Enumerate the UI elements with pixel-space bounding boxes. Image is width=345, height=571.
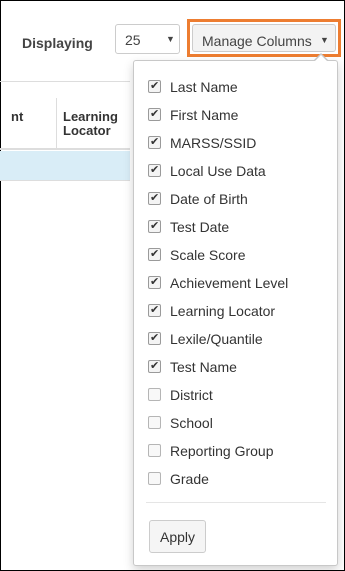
checkbox-checked[interactable]: ✔ bbox=[148, 304, 161, 317]
column-option-label: Scale Score bbox=[170, 247, 246, 263]
checkbox-checked[interactable]: ✔ bbox=[148, 192, 161, 205]
column-option-label: MARSS/SSID bbox=[170, 135, 257, 151]
checkbox-unchecked[interactable] bbox=[148, 444, 161, 457]
checkbox-unchecked[interactable] bbox=[148, 416, 161, 429]
column-option-label: Reporting Group bbox=[170, 443, 274, 459]
column-option-label: Lexile/Quantile bbox=[170, 331, 263, 347]
chevron-down-icon: ▼ bbox=[166, 34, 175, 44]
toolbar-divider bbox=[0, 81, 130, 82]
manage-columns-button[interactable]: Manage Columns ▼ bbox=[187, 19, 341, 57]
checkmark-icon: ✔ bbox=[150, 80, 160, 92]
column-option[interactable]: ✔ Scale Score bbox=[148, 246, 333, 266]
column-option[interactable]: ✔ Test Date bbox=[148, 218, 333, 238]
column-option[interactable]: District bbox=[148, 386, 333, 406]
column-option-label: Grade bbox=[170, 471, 209, 487]
apply-button[interactable]: Apply bbox=[149, 520, 206, 553]
column-header-partial[interactable]: nt bbox=[11, 110, 23, 124]
column-option-label: Achievement Level bbox=[170, 275, 289, 291]
column-option[interactable]: School bbox=[148, 414, 333, 434]
column-option-label: First Name bbox=[170, 107, 239, 123]
column-option[interactable]: ✔ Test Name bbox=[148, 358, 333, 378]
column-option-label: District bbox=[170, 387, 213, 403]
checkmark-icon: ✔ bbox=[150, 108, 160, 120]
checkmark-icon: ✔ bbox=[150, 360, 160, 372]
column-option[interactable]: ✔ MARSS/SSID bbox=[148, 134, 333, 154]
menu-divider bbox=[146, 502, 326, 503]
column-option[interactable]: Reporting Group bbox=[148, 442, 333, 462]
column-option[interactable]: Grade bbox=[148, 470, 333, 490]
column-option-label: Date of Birth bbox=[170, 191, 248, 207]
checkbox-checked[interactable]: ✔ bbox=[148, 108, 161, 121]
column-header-learning-locator[interactable]: Learning Locator bbox=[63, 110, 127, 138]
checkbox-unchecked[interactable] bbox=[148, 472, 161, 485]
checkmark-icon: ✔ bbox=[150, 332, 160, 344]
manage-columns-button-face: Manage Columns ▼ bbox=[192, 24, 336, 52]
table-header-border bbox=[0, 148, 130, 150]
checkbox-checked[interactable]: ✔ bbox=[148, 164, 161, 177]
column-option[interactable]: ✔ Learning Locator bbox=[148, 302, 333, 322]
checkbox-checked[interactable]: ✔ bbox=[148, 360, 161, 373]
column-option-label: Test Date bbox=[170, 219, 230, 235]
column-option[interactable]: ✔ Date of Birth bbox=[148, 190, 333, 210]
checkbox-unchecked[interactable] bbox=[148, 388, 161, 401]
manage-columns-label: Manage Columns bbox=[202, 33, 312, 49]
checkbox-checked[interactable]: ✔ bbox=[148, 80, 161, 93]
column-option-label: Last Name bbox=[170, 79, 238, 95]
column-separator bbox=[56, 98, 57, 148]
dropdown-arrow bbox=[314, 55, 328, 62]
column-option-label: Local Use Data bbox=[170, 163, 266, 179]
checkbox-checked[interactable]: ✔ bbox=[148, 220, 161, 233]
checkmark-icon: ✔ bbox=[150, 304, 160, 316]
table-row[interactable] bbox=[0, 151, 130, 180]
column-option-label: School bbox=[170, 415, 213, 431]
column-header-learning-locator-label: Learning Locator bbox=[63, 109, 118, 138]
checkmark-icon: ✔ bbox=[150, 276, 160, 288]
page-size-select[interactable]: 25 ▼ bbox=[115, 24, 180, 54]
column-option[interactable]: ✔ First Name bbox=[148, 106, 333, 126]
column-option[interactable]: ✔ Last Name bbox=[148, 78, 333, 98]
checkmark-icon: ✔ bbox=[150, 192, 160, 204]
manage-columns-menu: ✔ Last Name ✔ First Name ✔ MARSS/SSID ✔ Local U… bbox=[133, 60, 338, 566]
row-divider bbox=[0, 180, 130, 181]
page-size-value: 25 bbox=[125, 32, 141, 48]
checkbox-checked[interactable]: ✔ bbox=[148, 276, 161, 289]
checkbox-checked[interactable]: ✔ bbox=[148, 332, 161, 345]
column-option[interactable]: ✔ Lexile/Quantile bbox=[148, 330, 333, 350]
checkmark-icon: ✔ bbox=[150, 136, 160, 148]
caret-down-icon: ▼ bbox=[320, 35, 329, 45]
checkmark-icon: ✔ bbox=[150, 164, 160, 176]
checkbox-checked[interactable]: ✔ bbox=[148, 136, 161, 149]
checkmark-icon: ✔ bbox=[150, 220, 160, 232]
column-option[interactable]: ✔ Local Use Data bbox=[148, 162, 333, 182]
column-option-label: Learning Locator bbox=[170, 303, 276, 319]
column-option-label: Test Name bbox=[170, 359, 237, 375]
displaying-label: Displaying bbox=[22, 35, 93, 51]
column-option[interactable]: ✔ Achievement Level bbox=[148, 274, 333, 294]
checkbox-checked[interactable]: ✔ bbox=[148, 248, 161, 261]
checkmark-icon: ✔ bbox=[150, 248, 160, 260]
